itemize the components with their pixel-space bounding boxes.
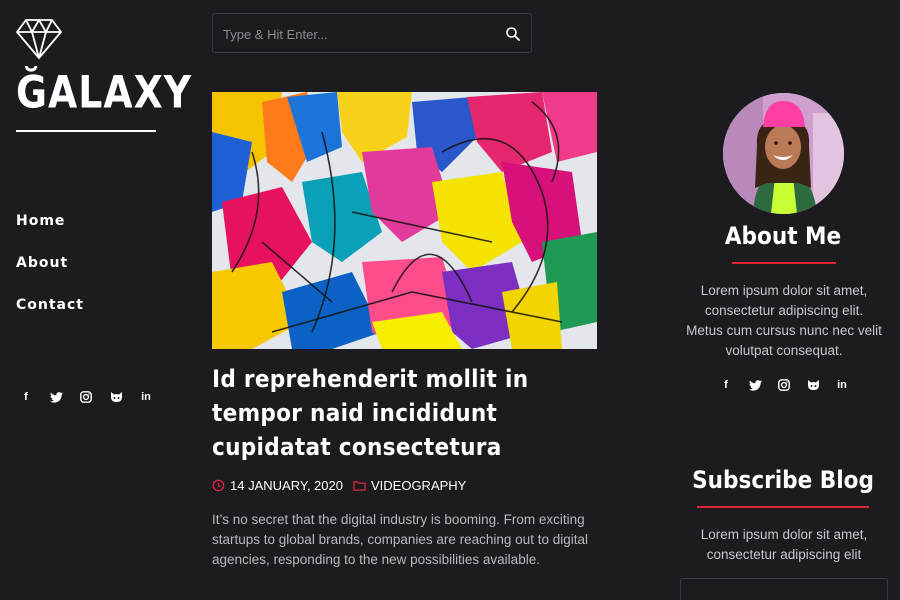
diamond-icon[interactable] bbox=[16, 18, 62, 60]
subscribe-text: Lorem ipsum dolor sit amet, consectetur … bbox=[700, 527, 868, 562]
author-social-links: f in bbox=[719, 378, 849, 392]
linkedin-icon[interactable]: in bbox=[835, 378, 849, 392]
post-title[interactable]: Id reprehenderit mollit in tempor naid i… bbox=[212, 362, 612, 464]
search-bar bbox=[212, 13, 532, 53]
nav-item-contact[interactable]: Contact bbox=[16, 296, 84, 314]
twitter-icon[interactable] bbox=[748, 378, 762, 392]
site-logo[interactable]: ĞALAXY bbox=[16, 70, 192, 115]
nav-item-about[interactable]: About bbox=[16, 254, 84, 272]
main-nav: Home About Contact bbox=[16, 212, 84, 338]
about-text: Lorem ipsum dolor sit amet, consectetur … bbox=[686, 283, 882, 358]
facebook-icon[interactable]: f bbox=[719, 378, 733, 392]
about-title: About Me bbox=[724, 222, 842, 250]
search-icon[interactable] bbox=[505, 26, 521, 42]
subscribe-title-underline bbox=[697, 506, 869, 508]
subscribe-email-field[interactable] bbox=[680, 578, 888, 600]
github-icon[interactable] bbox=[806, 378, 820, 392]
author-avatar bbox=[723, 93, 844, 214]
twitter-icon[interactable] bbox=[49, 390, 63, 404]
instagram-icon[interactable] bbox=[79, 390, 93, 404]
facebook-icon[interactable]: f bbox=[19, 390, 33, 404]
left-sidebar: ĞALAXY Home About Contact f in bbox=[0, 0, 200, 600]
post-featured-image[interactable] bbox=[212, 92, 597, 349]
about-title-underline bbox=[732, 262, 836, 264]
instagram-icon[interactable] bbox=[777, 378, 791, 392]
clock-icon bbox=[212, 479, 225, 492]
post-meta: 14 JANUARY, 2020 VIDEOGRAPHY bbox=[212, 478, 466, 493]
post-excerpt: It’s no secret that the digital industry… bbox=[212, 512, 588, 567]
nav-item-home[interactable]: Home bbox=[16, 212, 84, 230]
search-input[interactable] bbox=[223, 24, 493, 44]
post-date: 14 JANUARY, 2020 bbox=[230, 478, 343, 493]
logo-underline bbox=[16, 130, 156, 132]
social-links: f in bbox=[19, 390, 153, 404]
post-category[interactable]: VIDEOGRAPHY bbox=[371, 478, 466, 493]
linkedin-icon[interactable]: in bbox=[139, 390, 153, 404]
folder-icon bbox=[353, 481, 366, 491]
subscribe-title: Subscribe Blog bbox=[692, 466, 874, 494]
github-icon[interactable] bbox=[109, 390, 123, 404]
